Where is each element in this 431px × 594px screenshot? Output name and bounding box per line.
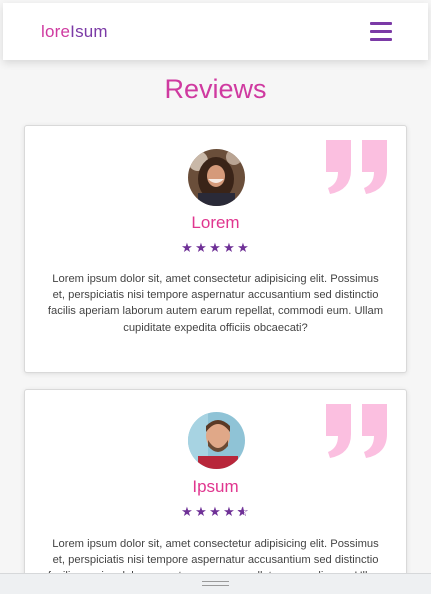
star-icon: ★ [237,240,250,255]
star-icon: ★ [223,240,236,255]
star-icon: ★ [195,240,208,255]
quote-icon [326,140,387,194]
brand-part-1: lore [41,21,71,41]
review-card: Ipsum ★★★★★☆★ Lorem ipsum dolor sit, ame… [24,389,407,594]
reviewer-name: Lorem [191,213,240,232]
star-icon: ★ [223,504,236,519]
section-title: Reviews [164,74,267,104]
review-text: Lorem ipsum dolor sit, amet consectetur … [47,273,384,334]
star-icon: ★ [181,240,194,255]
rating-stars: ★★★★★ [25,240,406,256]
brand-logo[interactable]: loreIsum [41,22,108,42]
hamburger-menu-icon[interactable] [370,22,392,41]
drag-handle-icon[interactable] [202,581,229,589]
navbar: loreIsum [3,3,428,60]
quote-icon [326,404,387,458]
rating-stars: ★★★★★☆★ [25,504,406,520]
star-icon: ★ [195,504,208,519]
star-icon: ★ [209,504,222,519]
bottom-bar [0,573,431,594]
avatar [188,149,245,206]
reviewer-name: Ipsum [192,477,239,496]
star-icon: ★ [209,240,222,255]
avatar [188,412,245,469]
half-star-icon: ★☆★ [236,504,250,519]
brand-part-2: Isum [70,21,108,41]
review-card: Lorem ★★★★★ Lorem ipsum dolor sit, amet … [24,125,407,373]
star-icon: ★ [181,504,194,519]
